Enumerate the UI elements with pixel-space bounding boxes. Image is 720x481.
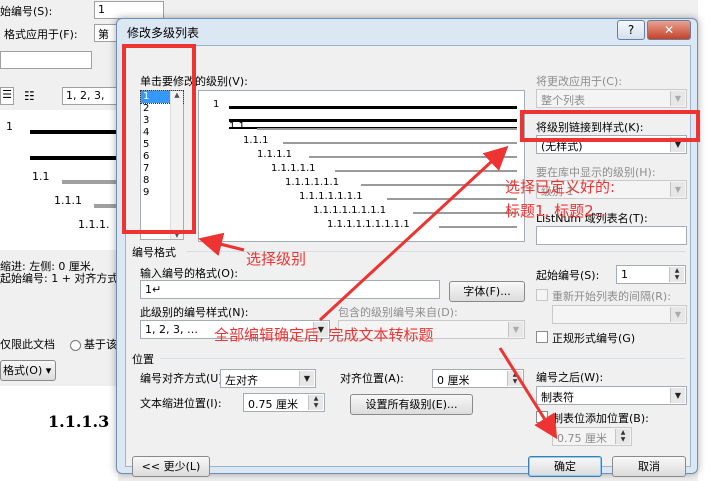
arrow-to-style-combo xyxy=(318,145,509,322)
annotation-select-level: 选择级别 xyxy=(246,250,307,268)
arrow-to-level-list xyxy=(198,232,245,257)
annotation-finish: 全部编辑确定后, 完成文本转标题 xyxy=(214,326,434,344)
annotation-select-style-1: 选择已定义好的: xyxy=(505,178,616,196)
arrow-to-ok-button xyxy=(498,347,558,440)
annotation-arrows xyxy=(198,145,558,440)
annotation-select-style-2: 标题1, 标题2... xyxy=(505,202,608,220)
